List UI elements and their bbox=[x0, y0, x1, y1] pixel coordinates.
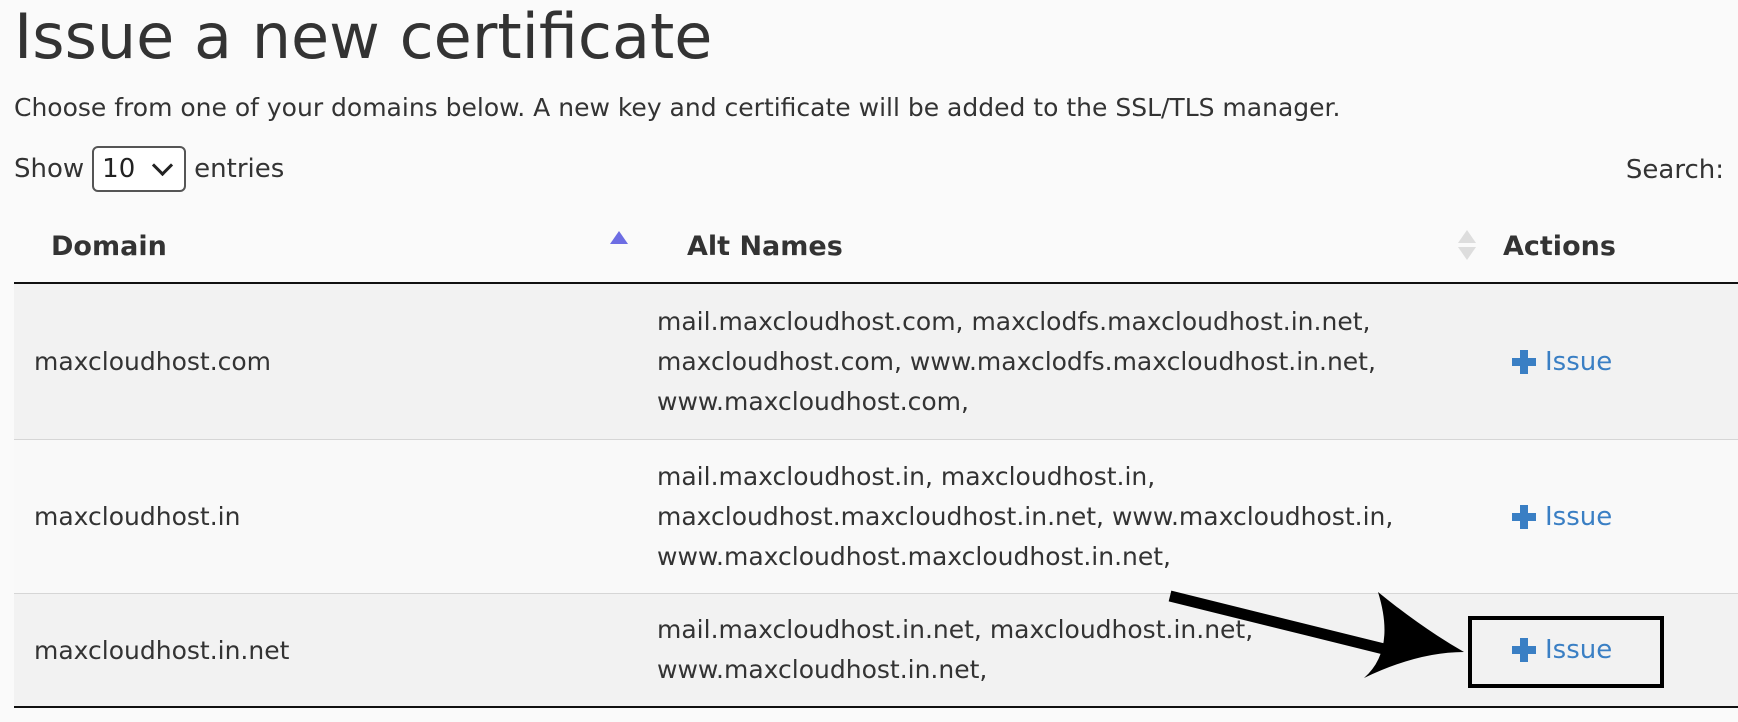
alt-names-cell: mail.maxcloudhost.in.net, maxcloudhost.i… bbox=[657, 594, 1457, 706]
domain-cell: maxcloudhost.com bbox=[34, 347, 272, 376]
issue-label: Issue bbox=[1545, 635, 1613, 665]
actions-cell: Issue bbox=[1512, 284, 1612, 439]
alt-names-cell: mail.maxcloudhost.com, maxclodfs.maxclou… bbox=[657, 284, 1457, 439]
table-row: maxcloudhost.com mail.maxcloudhost.com, … bbox=[14, 284, 1738, 440]
sort-ascending-icon bbox=[610, 231, 628, 244]
alt-names-line: www.maxcloudhost.in.net, bbox=[657, 655, 988, 684]
plus-icon bbox=[1512, 349, 1536, 374]
sort-unsorted-icon bbox=[1458, 230, 1476, 262]
alt-names-line: mail.maxcloudhost.com, maxclodfs.maxclou… bbox=[657, 306, 1371, 336]
column-header-label: Alt Names bbox=[687, 230, 843, 262]
actions-cell: Issue bbox=[1512, 440, 1612, 593]
plus-icon bbox=[1512, 638, 1536, 662]
table-row: maxcloudhost.in mail.maxcloudhost.in, ma… bbox=[14, 440, 1738, 594]
entries-label: entries bbox=[194, 154, 285, 184]
entries-per-page-select[interactable]: 10 bbox=[92, 146, 187, 192]
alt-names-line: mail.maxcloudhost.in.net, maxcloudhost.i… bbox=[657, 615, 1254, 644]
column-header-alt-names[interactable]: Alt Names bbox=[636, 210, 1486, 282]
alt-names-line: www.maxcloudhost.com, bbox=[657, 386, 969, 416]
table-row: maxcloudhost.in.net mail.maxcloudhost.in… bbox=[14, 594, 1738, 708]
column-header-domain[interactable]: Domain bbox=[14, 210, 636, 282]
table-header: Domain Alt Names Actions bbox=[14, 210, 1738, 284]
alt-names-line: www.maxcloudhost.maxcloudhost.in.net, bbox=[657, 541, 1171, 571]
column-header-label: Domain bbox=[51, 230, 167, 262]
page-description: Choose from one of your domains below. A… bbox=[14, 93, 1341, 122]
alt-names-line: maxcloudhost.com, www.maxclodfs.maxcloud… bbox=[657, 346, 1376, 376]
search-label: Search: bbox=[1625, 155, 1724, 185]
actions-cell: Issue bbox=[1512, 594, 1612, 706]
issue-button[interactable]: Issue bbox=[1512, 502, 1612, 532]
certificate-domains-table: Domain Alt Names Actions maxcloudhost.co… bbox=[14, 210, 1738, 708]
plus-icon bbox=[1512, 504, 1536, 529]
issue-label: Issue bbox=[1545, 501, 1613, 532]
entries-length-control: Show 10 entries bbox=[14, 146, 284, 192]
issue-button[interactable]: Issue bbox=[1512, 635, 1612, 665]
issue-label: Issue bbox=[1545, 346, 1613, 377]
alt-names-line: mail.maxcloudhost.in, maxcloudhost.in, bbox=[657, 461, 1156, 491]
column-header-label: Actions bbox=[1503, 230, 1616, 262]
alt-names-line: maxcloudhost.maxcloudhost.in.net, www.ma… bbox=[657, 501, 1394, 531]
entries-select-value: 10 bbox=[102, 154, 136, 184]
chevron-down-icon bbox=[152, 154, 174, 176]
column-header-actions: Actions bbox=[1486, 210, 1738, 282]
issue-button[interactable]: Issue bbox=[1512, 347, 1612, 377]
domain-cell: maxcloudhost.in bbox=[34, 502, 241, 531]
domain-cell: maxcloudhost.in.net bbox=[34, 635, 290, 665]
show-label: Show bbox=[14, 154, 85, 184]
alt-names-cell: mail.maxcloudhost.in, maxcloudhost.in, m… bbox=[657, 440, 1457, 593]
page-title: Issue a new certificate bbox=[14, 0, 713, 73]
